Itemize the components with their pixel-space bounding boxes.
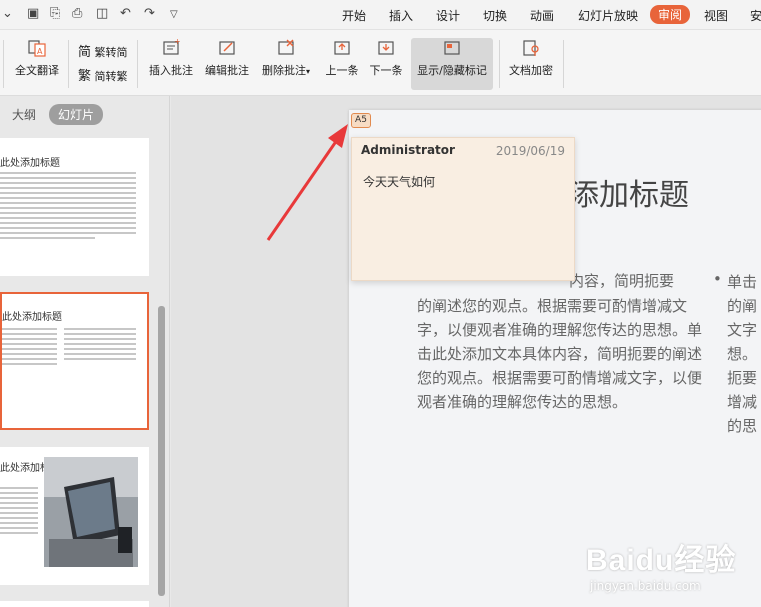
baidu-watermark: Baidu经验 jingyan.baidu.com (586, 535, 736, 593)
annotation-arrow-icon (266, 124, 348, 241)
watermark-brand: Baidu经验 (586, 544, 737, 577)
watermark-url: jingyan.baidu.com (590, 579, 701, 593)
